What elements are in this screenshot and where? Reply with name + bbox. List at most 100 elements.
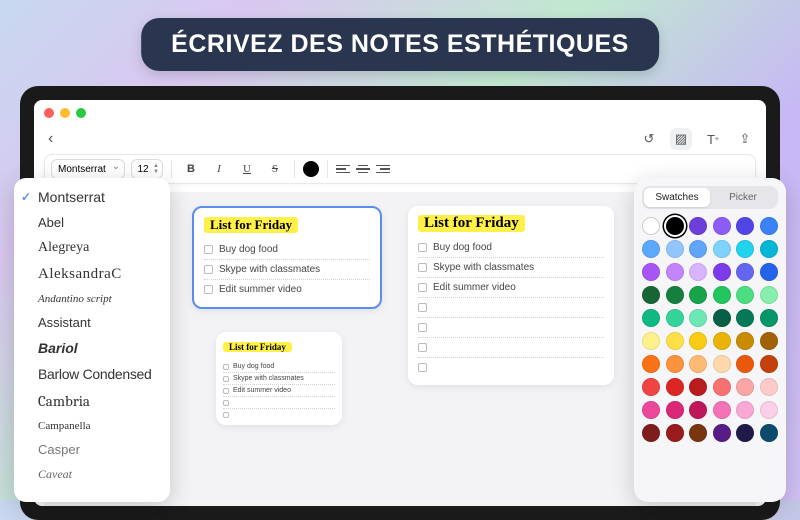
color-swatch[interactable] <box>642 263 660 281</box>
swatches-tab[interactable]: Swatches <box>644 188 710 207</box>
color-swatch[interactable] <box>713 286 731 304</box>
font-dropdown-panel[interactable]: Montserrat Abel Alegreya AleksandraC And… <box>14 178 170 502</box>
color-swatch[interactable] <box>736 263 754 281</box>
color-swatch[interactable] <box>642 401 660 419</box>
strikethrough-button[interactable]: S <box>264 159 286 179</box>
color-swatch[interactable] <box>666 355 684 373</box>
texture-icon[interactable]: ▨ <box>670 128 692 150</box>
align-left-button[interactable] <box>336 165 350 174</box>
color-swatch[interactable] <box>713 401 731 419</box>
note-card[interactable]: List for Friday Buy dog food Skype with … <box>216 332 342 425</box>
color-swatch[interactable] <box>736 332 754 350</box>
color-swatch[interactable] <box>642 240 660 258</box>
underline-button[interactable]: U <box>236 159 258 179</box>
align-right-button[interactable] <box>376 165 390 174</box>
color-swatch[interactable] <box>760 401 778 419</box>
close-window[interactable] <box>44 108 54 118</box>
check-item[interactable]: Buy dog food <box>418 238 604 258</box>
color-swatch[interactable] <box>760 286 778 304</box>
color-swatch[interactable] <box>713 240 731 258</box>
bold-button[interactable]: B <box>180 159 202 179</box>
check-item[interactable] <box>418 338 604 358</box>
color-swatch[interactable] <box>736 378 754 396</box>
color-swatch[interactable] <box>736 309 754 327</box>
font-option[interactable]: Bariol <box>14 335 170 361</box>
color-swatch[interactable] <box>666 263 684 281</box>
color-swatch[interactable] <box>666 332 684 350</box>
color-swatch[interactable] <box>713 263 731 281</box>
check-item[interactable] <box>418 318 604 338</box>
color-swatch[interactable] <box>642 332 660 350</box>
check-item[interactable]: Skype with classmates <box>418 258 604 278</box>
color-swatch[interactable] <box>689 355 707 373</box>
share-icon[interactable]: ⇪ <box>734 128 756 150</box>
color-swatch[interactable] <box>689 401 707 419</box>
color-swatch[interactable] <box>760 355 778 373</box>
color-swatch[interactable] <box>760 309 778 327</box>
check-item[interactable]: Edit summer video <box>223 385 335 397</box>
color-swatch[interactable] <box>760 378 778 396</box>
note-card[interactable]: List for Friday Buy dog food Skype with … <box>408 206 614 385</box>
font-family-select[interactable]: Montserrat <box>51 159 125 179</box>
maximize-window[interactable] <box>76 108 86 118</box>
color-swatch[interactable] <box>736 424 754 442</box>
note-title[interactable]: List for Friday <box>204 217 298 233</box>
font-size-stepper[interactable]: 12 ▲▼ <box>131 159 163 179</box>
color-swatch[interactable] <box>642 217 660 235</box>
color-swatch[interactable] <box>666 286 684 304</box>
font-option[interactable]: Caveat <box>14 462 170 487</box>
check-item[interactable] <box>418 298 604 318</box>
color-swatch[interactable] <box>736 401 754 419</box>
font-option[interactable]: Alegreya <box>14 235 170 261</box>
note-title[interactable]: List for Friday <box>418 215 525 232</box>
check-item[interactable]: Skype with classmates <box>223 373 335 385</box>
color-swatch[interactable] <box>736 240 754 258</box>
font-option[interactable]: Abel <box>14 210 170 235</box>
align-center-button[interactable] <box>356 165 370 174</box>
color-swatch[interactable] <box>642 378 660 396</box>
color-swatch[interactable] <box>760 424 778 442</box>
color-swatch[interactable] <box>736 355 754 373</box>
font-option[interactable]: AleksandraC <box>14 261 170 288</box>
color-swatch[interactable] <box>713 217 731 235</box>
check-item[interactable] <box>223 397 335 409</box>
check-item[interactable]: Buy dog food <box>204 240 370 260</box>
text-color-button[interactable] <box>303 161 319 177</box>
note-card[interactable]: List for Friday Buy dog food Skype with … <box>192 206 382 309</box>
color-swatch[interactable] <box>666 240 684 258</box>
color-swatch[interactable] <box>642 286 660 304</box>
color-swatch[interactable] <box>713 332 731 350</box>
color-swatch[interactable] <box>689 424 707 442</box>
check-item[interactable]: Buy dog food <box>223 361 335 373</box>
undo-icon[interactable]: ↺ <box>638 128 660 150</box>
color-swatch[interactable] <box>666 309 684 327</box>
color-swatch[interactable] <box>689 263 707 281</box>
color-swatch[interactable] <box>689 378 707 396</box>
note-title[interactable]: List for Friday <box>223 342 292 352</box>
check-item[interactable]: Skype with classmates <box>204 260 370 280</box>
color-swatch[interactable] <box>642 424 660 442</box>
color-swatch[interactable] <box>760 332 778 350</box>
color-swatch[interactable] <box>666 378 684 396</box>
font-option[interactable]: Campanella <box>14 415 170 437</box>
font-option[interactable]: Assistant <box>14 310 170 335</box>
color-swatch[interactable] <box>689 240 707 258</box>
color-picker-panel[interactable]: Swatches Picker <box>634 178 786 502</box>
check-item[interactable] <box>223 409 335 420</box>
font-option[interactable]: Andantino script <box>14 288 170 310</box>
color-swatch[interactable] <box>713 378 731 396</box>
text-style-icon[interactable]: T+ <box>702 128 724 150</box>
italic-button[interactable]: I <box>208 159 230 179</box>
color-swatch[interactable] <box>666 401 684 419</box>
picker-tab[interactable]: Picker <box>710 188 776 207</box>
color-swatch[interactable] <box>689 217 707 235</box>
color-swatch[interactable] <box>760 240 778 258</box>
check-item[interactable]: Edit summer video <box>418 278 604 298</box>
back-button[interactable]: ‹ <box>44 130 57 148</box>
color-swatch[interactable] <box>760 217 778 235</box>
font-option[interactable]: Casper <box>14 437 170 462</box>
color-swatch[interactable] <box>736 217 754 235</box>
minimize-window[interactable] <box>60 108 70 118</box>
font-option[interactable]: Cambria <box>14 387 170 415</box>
color-swatch[interactable] <box>689 286 707 304</box>
